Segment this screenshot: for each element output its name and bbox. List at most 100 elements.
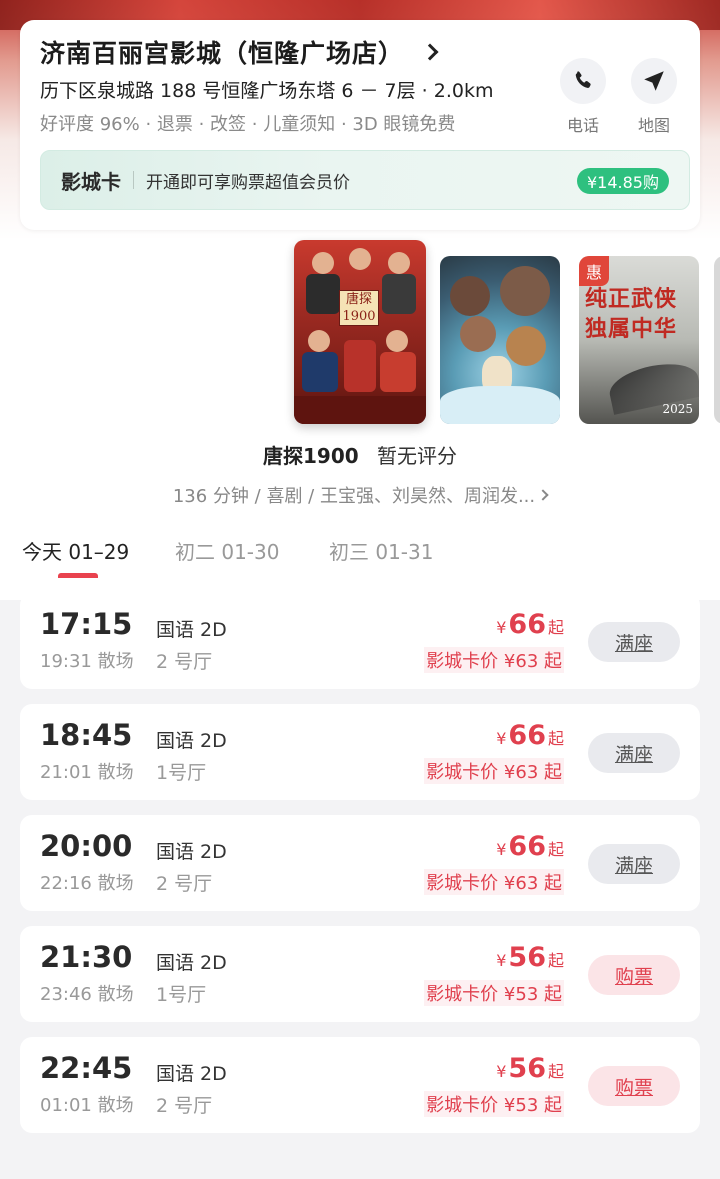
poster-caption-line-1: 纯正武侠: [585, 286, 678, 312]
cinema-address: 历下区泉城路 188 号恒隆广场东塔 6 － 7层 · 2.0km: [40, 80, 494, 102]
currency-symbol: ¥: [496, 840, 507, 859]
phone-label: 电话: [566, 116, 599, 135]
language-format: 国语 2D: [156, 841, 227, 863]
hall-name: 1号厅: [156, 762, 207, 784]
phone-icon: [575, 71, 591, 88]
language-format: 国语 2D: [156, 730, 227, 752]
price-amount: 66: [508, 720, 546, 751]
poster-figure: [386, 330, 408, 352]
poster-figure: [344, 340, 376, 392]
poster-figure: [302, 352, 338, 392]
price: ¥56 起: [496, 942, 564, 973]
member-card-title: 影城卡: [61, 169, 121, 194]
price-suffix: 起: [547, 840, 564, 859]
poster-caption-line-2: 独属中华: [585, 316, 678, 342]
showtime-row[interactable]: 20:00 22:16 散场 国语 2D 2 号厅 ¥66 起 影城卡价 ¥63 …: [20, 815, 700, 911]
cinema-tags: 好评度 96% · 退票 · 改签 · 儿童须知 · 3D 眼镜免费: [40, 114, 456, 135]
price: ¥66 起: [496, 831, 564, 862]
price-amount: 56: [508, 942, 546, 973]
movie-poster-partial[interactable]: [714, 256, 720, 424]
member-card-buy-button[interactable]: ¥14.85购: [577, 168, 669, 194]
start-time: 21:30: [40, 940, 133, 974]
navigation-icon: [644, 71, 664, 91]
poster-figure: [382, 274, 416, 314]
buy-ticket-button[interactable]: 购票: [588, 955, 680, 995]
poster-creature: [460, 316, 496, 352]
movie-poster[interactable]: [440, 256, 560, 424]
end-time: 19:31 散场: [40, 651, 134, 672]
map-button[interactable]: 地图: [629, 58, 679, 136]
poster-creature: [500, 266, 550, 316]
map-label: 地图: [637, 116, 670, 135]
price-suffix: 起: [547, 618, 564, 637]
sold-out-button[interactable]: 满座: [588, 844, 680, 884]
currency-symbol: ¥: [496, 729, 507, 748]
price-suffix: 起: [547, 951, 564, 970]
poster-figure: [380, 352, 416, 392]
member-card-price: 影城卡价 ¥53 起: [424, 1091, 564, 1117]
price-suffix: 起: [547, 729, 564, 748]
end-time: 22:16 散场: [40, 873, 134, 894]
divider: [133, 171, 134, 189]
date-tab-0131[interactable]: 初三 01-31: [329, 536, 433, 565]
date-tab-today[interactable]: 今天 01–29: [22, 536, 129, 565]
price-amount: 66: [508, 831, 546, 862]
poster-figure: [349, 248, 371, 270]
hall-name: 1号厅: [156, 984, 207, 1006]
cinema-info-card: 济南百丽宫影城（恒隆广场店） 历下区泉城路 188 号恒隆广场东塔 6 － 7层…: [20, 20, 700, 230]
date-tab-0130[interactable]: 初二 01-30: [175, 536, 279, 565]
poster-figure: [312, 252, 334, 274]
sold-out-button[interactable]: 满座: [588, 622, 680, 662]
poster-bottom-band: [294, 396, 426, 424]
member-card-price: 影城卡价 ¥63 起: [424, 758, 564, 784]
price: ¥56 起: [496, 1053, 564, 1084]
movie-poster-selected[interactable]: 唐探1900: [294, 240, 426, 424]
hall-name: 2 号厅: [156, 651, 213, 673]
end-time: 23:46 散场: [40, 984, 134, 1005]
movie-meta: 136 分钟 / 喜剧 / 王宝强、刘昊然、周润发...: [172, 486, 536, 507]
member-card-price: 影城卡价 ¥53 起: [424, 980, 564, 1006]
movie-poster[interactable]: 惠 纯正武侠 独属中华 2025: [579, 256, 699, 424]
poster-caption: 纯正武侠 独属中华: [585, 284, 677, 344]
discount-badge: 惠: [579, 256, 609, 286]
currency-symbol: ¥: [496, 951, 507, 970]
showtime-row[interactable]: 22:45 01:01 散场 国语 2D 2 号厅 ¥56 起 影城卡价 ¥53 …: [20, 1037, 700, 1133]
date-tab-bar: 今天 01–29 初二 01-30 初三 01-31: [0, 520, 720, 578]
buy-ticket-button[interactable]: 购票: [588, 1066, 680, 1106]
poster-creature: [450, 276, 490, 316]
start-time: 20:00: [40, 829, 133, 863]
poster-figure: [306, 274, 340, 314]
poster-year: 2025: [662, 402, 693, 416]
price: ¥66 起: [496, 609, 564, 640]
movie-meta-link[interactable]: 136 分钟 / 喜剧 / 王宝强、刘昊然、周润发...: [0, 482, 720, 508]
hall-name: 2 号厅: [156, 873, 213, 895]
chevron-right-icon: [537, 489, 549, 501]
showtime-row[interactable]: 21:30 23:46 散场 国语 2D 1号厅 ¥56 起 影城卡价 ¥53 起…: [20, 926, 700, 1022]
movie-rating: 暂无评分: [377, 444, 458, 468]
movie-name: 唐探1900: [262, 444, 359, 468]
end-time: 01:01 散场: [40, 1095, 134, 1116]
showtime-row[interactable]: 18:45 21:01 散场 国语 2D 1号厅 ¥66 起 影城卡价 ¥63 起…: [20, 704, 700, 800]
phone-button[interactable]: 电话: [558, 58, 608, 136]
member-card-description: 开通即可享购票超值会员价: [146, 172, 350, 193]
price-amount: 56: [508, 1053, 546, 1084]
start-time: 17:15: [40, 607, 133, 641]
hall-name: 2 号厅: [156, 1095, 213, 1117]
member-card-price: 影城卡价 ¥63 起: [424, 869, 564, 895]
member-card-price: 影城卡价 ¥63 起: [424, 647, 564, 673]
language-format: 国语 2D: [156, 952, 227, 974]
cinema-name-link[interactable]: 济南百丽宫影城（恒隆广场店）: [40, 34, 439, 70]
price-amount: 66: [508, 609, 546, 640]
showtime-row[interactable]: 17:15 19:31 散场 国语 2D 2 号厅 ¥66 起 影城卡价 ¥63 …: [20, 593, 700, 689]
poster-figure: [308, 330, 330, 352]
language-format: 国语 2D: [156, 1063, 227, 1085]
showtime-list: 17:15 19:31 散场 国语 2D 2 号厅 ¥66 起 影城卡价 ¥63 …: [20, 593, 700, 1148]
end-time: 21:01 散场: [40, 762, 134, 783]
member-card-banner[interactable]: 影城卡 开通即可享购票超值会员价 ¥14.85购: [40, 150, 690, 210]
tab-active-indicator: [58, 573, 98, 578]
sold-out-button[interactable]: 满座: [588, 733, 680, 773]
chevron-right-icon: [421, 43, 439, 61]
language-format: 国语 2D: [156, 619, 227, 641]
cinema-name: 济南百丽宫影城（恒隆广场店）: [40, 39, 405, 68]
price-suffix: 起: [547, 1062, 564, 1081]
